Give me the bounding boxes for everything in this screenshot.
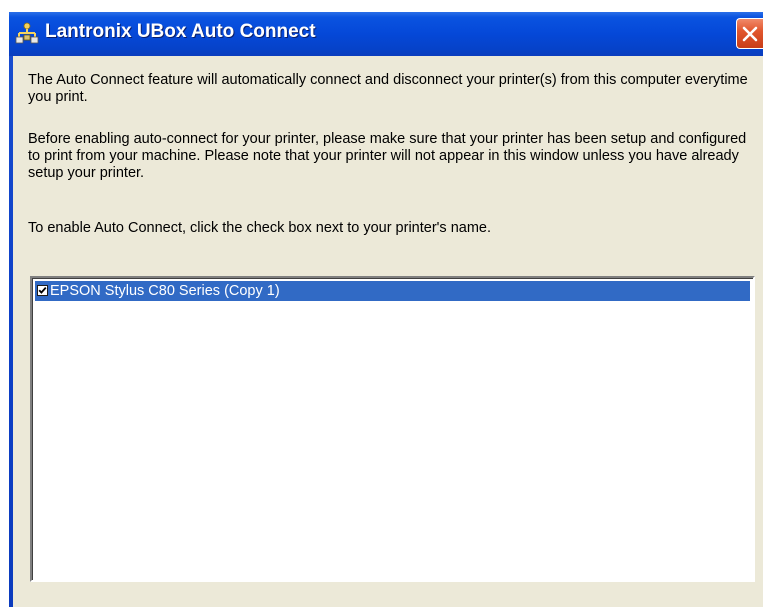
printer-network-icon — [15, 21, 39, 45]
close-icon — [742, 26, 758, 42]
printer-checkbox[interactable] — [37, 285, 48, 296]
printer-name: EPSON Stylus C80 Series (Copy 1) — [50, 283, 280, 299]
printer-list-item[interactable]: EPSON Stylus C80 Series (Copy 1) — [35, 281, 750, 301]
dialog-content: The Auto Connect feature will automatica… — [13, 56, 763, 607]
auto-connect-window: Lantronix UBox Auto Connect The Auto Con… — [9, 12, 763, 607]
description-text: The Auto Connect feature will automatica… — [28, 72, 748, 105]
title-bar[interactable]: Lantronix UBox Auto Connect — [9, 12, 763, 56]
instruction-text: To enable Auto Connect, click the check … — [28, 220, 491, 236]
window-title: Lantronix UBox Auto Connect — [45, 21, 316, 42]
setup-note-text: Before enabling auto-connect for your pr… — [28, 131, 747, 181]
printer-list[interactable]: EPSON Stylus C80 Series (Copy 1) — [30, 276, 755, 582]
close-button[interactable] — [736, 18, 763, 49]
checkmark-icon — [38, 286, 47, 294]
